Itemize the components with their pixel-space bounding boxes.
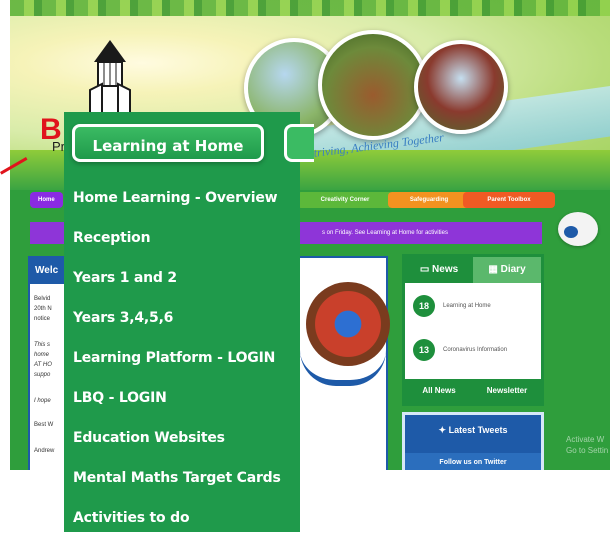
menu-item-home-learning-overview[interactable]: Home Learning - Overview: [64, 178, 300, 218]
welcome-line: 20th N: [34, 306, 52, 312]
tab-diary-label: Diary: [500, 264, 526, 275]
tweets-title: Latest Tweets: [448, 425, 508, 435]
welcome-line: I hope: [34, 398, 51, 404]
twitter-icon: ✦: [438, 425, 449, 435]
clock-tower-logo: [89, 40, 131, 116]
news-item-title: Learning at Home: [443, 303, 491, 309]
nav-safeguarding[interactable]: Safeguarding: [388, 192, 470, 208]
welcome-line: AT HO: [34, 362, 52, 368]
sheep-mascot: [558, 212, 598, 246]
badge-arc: [300, 350, 386, 386]
leaf-border: [10, 0, 610, 16]
welcome-line: suppo: [34, 372, 51, 378]
tweets-widget: ✦ Latest Tweets Follow us on Twitter: [402, 412, 544, 470]
welcome-line: This s: [34, 342, 51, 348]
newsletter-button[interactable]: Newsletter: [473, 379, 541, 403]
menu-item-lbq-login[interactable]: LBQ - LOGIN: [64, 378, 300, 418]
main-nav: Home: [30, 192, 63, 210]
ticker-text: s on Friday. See Learning at Home for ac…: [322, 230, 448, 236]
welcome-line: Belvid: [34, 296, 51, 302]
news-icon: ▭: [419, 264, 433, 275]
news-date-badge: 13: [413, 339, 435, 361]
follow-twitter-button[interactable]: Follow us on Twitter: [405, 453, 541, 470]
tab-diary[interactable]: ▦ Diary: [473, 257, 541, 283]
news-date-badge: 18: [413, 295, 435, 317]
learning-at-home-button[interactable]: Learning at Home: [72, 124, 264, 162]
header-photo-3: [414, 40, 508, 134]
next-nav-button[interactable]: [284, 124, 314, 162]
watermark-line: Go to Settin: [566, 446, 609, 455]
tab-news[interactable]: ▭ News: [405, 257, 473, 283]
watermark-line: Activate W: [566, 435, 605, 444]
nav-home[interactable]: Home: [30, 192, 63, 208]
news-item-title: Coronavirus Information: [443, 347, 508, 353]
welcome-line: Best W: [34, 422, 54, 428]
welcome-line: Andrew: [34, 448, 55, 454]
menu-item-years-3-6[interactable]: Years 3,4,5,6: [64, 298, 300, 338]
learning-at-home-dropdown: Learning at Home Home Learning - Overvie…: [64, 112, 314, 532]
all-news-button[interactable]: All News: [405, 379, 473, 403]
news-diary-widget: ▭ News ▦ Diary 18 Learning at Home 13 Co…: [402, 254, 544, 406]
menu-item-learning-platform-login[interactable]: Learning Platform - LOGIN: [64, 338, 300, 378]
menu-item-years-1-2[interactable]: Years 1 and 2: [64, 258, 300, 298]
menu-item-activities-to-do[interactable]: Activities to do: [64, 498, 300, 538]
nav-creativity-corner[interactable]: Creativity Corner: [297, 192, 393, 208]
tab-news-label: News: [432, 264, 459, 275]
header-photo-2: [318, 30, 428, 140]
calendar-icon: ▦: [488, 264, 501, 275]
menu-item-reception[interactable]: Reception: [64, 218, 300, 258]
welcome-line: home: [34, 352, 50, 358]
menu-item-mental-maths-target-cards[interactable]: Mental Maths Target Cards: [64, 458, 300, 498]
news-item[interactable]: 13 Coronavirus Information: [413, 339, 507, 361]
windows-activation-watermark: Activate W Go to Settin: [566, 434, 608, 456]
nav-parent-toolbox[interactable]: Parent Toolbox: [463, 192, 555, 208]
school-badge-panel: [298, 256, 390, 470]
dropdown-list: Home Learning - Overview Reception Years…: [64, 178, 300, 538]
welcome-line: notice: [34, 316, 51, 322]
news-item[interactable]: 18 Learning at Home: [413, 295, 491, 317]
menu-item-education-websites[interactable]: Education Websites: [64, 418, 300, 458]
